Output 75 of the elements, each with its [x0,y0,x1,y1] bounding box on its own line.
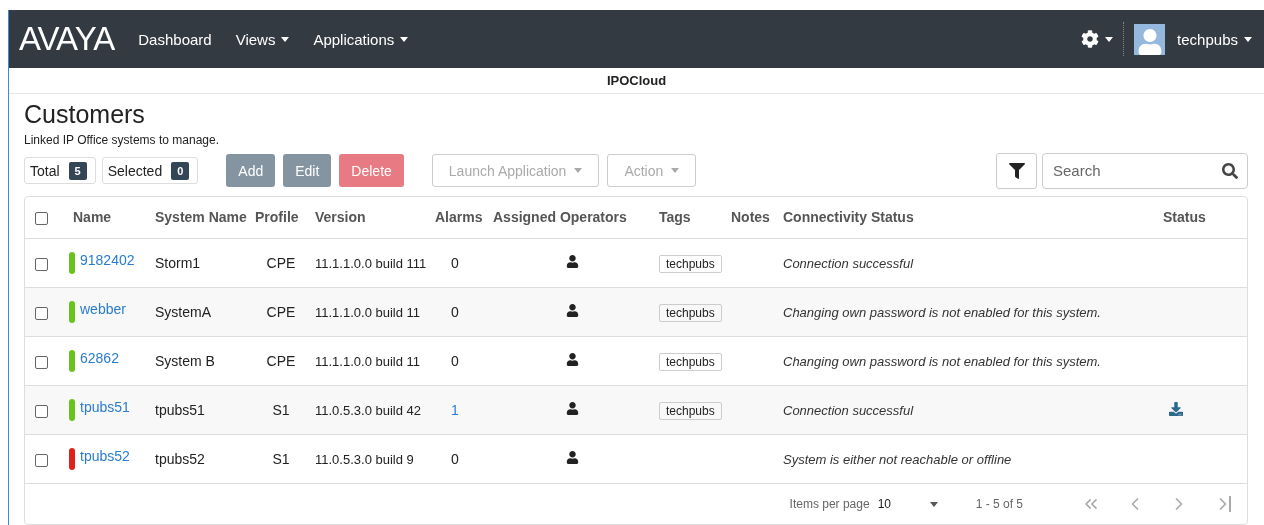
tag: techpubs [659,353,722,371]
customer-link[interactable]: 62862 [80,350,119,366]
tag: techpubs [659,304,722,322]
operator-icon[interactable] [565,255,579,268]
column-header[interactable]: Alarms [435,209,483,226]
connectivity-status: System is either not reachable or offline [783,452,1012,467]
column-header[interactable]: Assigned Operators [493,209,627,226]
nav-item[interactable]: Dashboard [138,30,212,48]
table-cell: SystemA [155,304,211,320]
table-cell: CPE [266,353,296,369]
search-field[interactable]: Search [1042,152,1248,189]
table-cell: 11.1.1.0.0 build 111 [315,255,427,271]
connectivity-status: Connection successful [783,256,914,271]
search-icon [1222,162,1238,179]
connectivity-status: Changing own password is not enabled for this system. [783,354,1101,369]
row-checkbox[interactable] [35,257,48,271]
select-all-checkbox[interactable] [35,212,48,226]
filter-button[interactable] [996,152,1037,189]
table-cell: 0 [451,451,459,467]
row-checkbox[interactable] [35,404,48,418]
table-cell: S1 [272,402,290,418]
table-cell: 11.1.1.0.0 build 11 [315,304,421,320]
table-cell: System B [155,353,215,369]
table-cell: 0 [451,304,459,320]
connectivity-status: Connection successful [783,403,914,418]
counter: Total 5 [24,157,96,184]
tag: techpubs [659,402,722,420]
page-title: Customers [24,99,146,129]
table-cell: CPE [266,304,296,320]
items-per-page-select[interactable]: 10 [877,497,938,511]
avaya-logo: AVAYA [19,20,115,59]
filter-icon [1008,162,1025,179]
user-menu[interactable]: techpubs [1177,30,1252,48]
avatar-icon [1134,23,1166,55]
customer-link[interactable]: tpubs52 [80,448,130,464]
column-header[interactable]: Tags [659,209,691,226]
nav-item[interactable]: Applications [313,30,409,48]
column-header[interactable]: Status [1163,209,1206,226]
operator-icon[interactable] [565,451,579,464]
alarms-link[interactable]: 1 [451,402,459,418]
counter: Selected 0 [101,157,199,184]
table-cell: 11.1.1.0.0 build 11 [315,353,421,369]
table-cell: Storm1 [155,255,201,271]
customer-link[interactable]: webber [80,301,126,317]
connectivity-status: Changing own password is not enabled for this system. [783,305,1101,320]
customer-link[interactable]: tpubs51 [80,399,130,415]
table-cell: S1 [272,451,290,467]
table-cell: 0 [451,255,459,271]
table-cell: tpubs51 [155,402,205,418]
operator-icon[interactable] [565,353,579,366]
column-header[interactable]: Notes [731,209,770,226]
download-icon[interactable] [1169,401,1183,416]
column-header[interactable]: Name [73,209,112,226]
nav-item[interactable]: Views [235,30,290,48]
column-header[interactable]: Connectivity Status [783,209,914,226]
table-cell: tpubs52 [155,451,205,467]
operator-icon[interactable] [565,304,579,317]
settings-menu[interactable] [1081,30,1114,49]
page-range: 1 - 5 of 5 [975,497,1023,511]
table-cell: 11.0.5.3.0 build 9 [315,451,414,467]
column-header[interactable]: Version [315,209,366,226]
table-cell: 0 [451,353,459,369]
page-subtitle: Linked IP Office systems to manage. [24,132,220,147]
table-cell: CPE [266,255,296,271]
tag: techpubs [659,255,722,273]
row-checkbox[interactable] [35,306,48,320]
row-checkbox[interactable] [35,355,48,369]
row-checkbox[interactable] [35,453,48,467]
column-header[interactable]: System Name [155,209,247,226]
context-title: IPOCloud [9,68,1264,94]
column-header[interactable]: Profile [255,209,299,226]
operator-icon[interactable] [565,402,579,415]
items-per-page-label: Items per page [789,497,870,511]
table-cell: 11.0.5.3.0 build 42 [315,402,421,418]
customer-link[interactable]: 9182402 [80,252,135,268]
